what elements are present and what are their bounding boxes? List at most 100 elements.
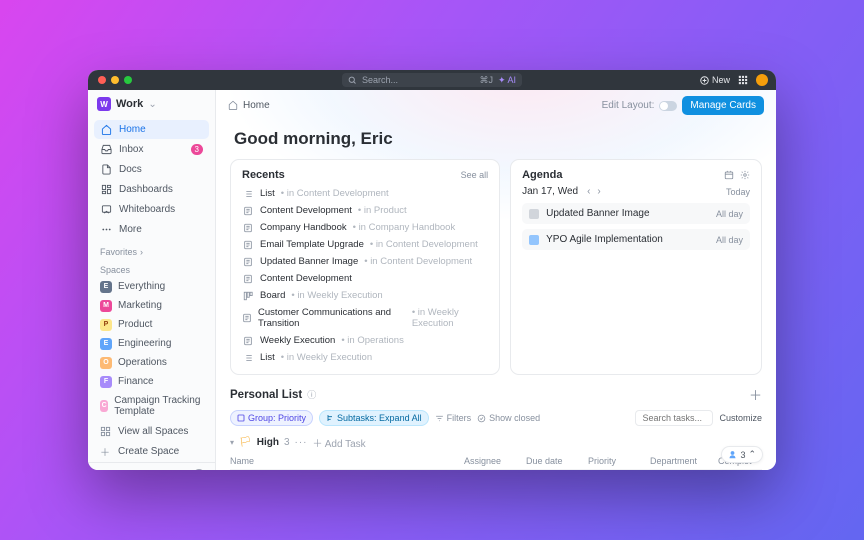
gear-icon[interactable] (740, 169, 750, 181)
global-search[interactable]: Search... ⌘J ✦ AI (342, 73, 522, 87)
space-swatch: C (100, 400, 108, 412)
list-icon (242, 189, 254, 199)
chevron-up-icon: ⌃ (748, 449, 756, 460)
recent-item[interactable]: List • in Weekly Execution (242, 350, 488, 365)
new-button[interactable]: New (700, 75, 730, 85)
breadcrumb[interactable]: Home (243, 100, 270, 111)
nav-whiteboards[interactable]: Whiteboards (94, 200, 209, 219)
sidebar-space-item[interactable]: E Everything (94, 277, 209, 296)
dashboard-icon (100, 184, 112, 195)
greeting: Good morning, Eric (216, 121, 776, 159)
sidebar-space-item[interactable]: P Product (94, 315, 209, 334)
user-avatar[interactable] (756, 74, 768, 86)
manage-cards-button[interactable]: Manage Cards (682, 96, 764, 115)
agenda-card: Agenda Jan 17, Wed ‹ › Today (510, 159, 762, 375)
sidebar-space-item[interactable]: C Campaign Tracking Template (94, 391, 209, 420)
subtasks-pill[interactable]: Subtasks: Expand All (319, 410, 429, 426)
doc-icon (242, 240, 254, 250)
app-window: Search... ⌘J ✦ AI New W Work ⌄ (88, 70, 776, 470)
recents-card: Recents See all List • in Content Develo… (230, 159, 500, 375)
inbox-badge: 3 (191, 144, 203, 155)
filters-button[interactable]: Filters (435, 413, 472, 423)
agenda-prev-icon[interactable]: ‹ (585, 186, 592, 197)
list-icon (242, 353, 254, 363)
edit-layout-toggle[interactable] (659, 101, 677, 111)
space-label: Engineering (118, 338, 171, 349)
show-closed-button[interactable]: Show closed (477, 413, 540, 423)
traffic-max-icon[interactable] (124, 76, 132, 84)
recent-item[interactable]: Email Template Upgrade • in Content Deve… (242, 237, 488, 252)
space-swatch: E (100, 338, 112, 350)
calendar-icon[interactable] (724, 169, 734, 181)
recent-item[interactable]: Board • in Weekly Execution (242, 288, 488, 303)
agenda-item[interactable]: YPO Agile ImplementationAll day (522, 229, 750, 250)
main-content: Home Edit Layout: Manage Cards Good morn… (216, 90, 776, 470)
group-menu-icon[interactable]: ··· (295, 437, 308, 448)
home-breadcrumb-icon (228, 100, 238, 111)
home-icon (100, 124, 112, 135)
nav-dashboards[interactable]: Dashboards (94, 180, 209, 199)
priority-group-header[interactable]: ▾ 🏳 High 3 ··· ＋ Add Task (230, 432, 762, 453)
today-button[interactable]: Today (726, 187, 750, 197)
doc-icon (242, 206, 254, 216)
space-swatch: M (100, 300, 112, 312)
doc-icon (242, 223, 254, 233)
recent-item[interactable]: Weekly Execution • in Operations (242, 333, 488, 348)
sidebar-space-item[interactable]: O Operations (94, 353, 209, 372)
nav-docs[interactable]: Docs (94, 160, 209, 179)
space-swatch: F (100, 376, 112, 388)
recents-see-all[interactable]: See all (461, 170, 489, 180)
inbox-icon (100, 144, 112, 155)
agenda-date: Jan 17, Wed (522, 186, 578, 197)
doc-icon (242, 257, 254, 267)
info-icon[interactable]: ⓘ (307, 388, 316, 401)
chevron-down-icon: ⌄ (148, 99, 156, 110)
recent-item[interactable]: List • in Content Development (242, 186, 488, 201)
personal-list-card: Personal List ⓘ ＋ Group: Priority Subtas… (216, 375, 776, 470)
help-icon[interactable]: ? (193, 469, 205, 470)
view-all-spaces[interactable]: View all Spaces (94, 422, 209, 440)
board-icon (242, 291, 254, 301)
traffic-close-icon[interactable] (98, 76, 106, 84)
recent-item[interactable]: Updated Banner Image • in Content Develo… (242, 254, 488, 269)
customize-button[interactable]: Customize (719, 413, 762, 423)
sidebar-space-item[interactable]: E Engineering (94, 334, 209, 353)
recent-item[interactable]: Company Handbook • in Company Handbook (242, 220, 488, 235)
space-label: Everything (118, 281, 165, 292)
search-shortcut: ⌘J (479, 75, 493, 86)
space-label: Product (118, 319, 152, 330)
create-space[interactable]: ＋ Create Space (94, 440, 209, 462)
sidebar-space-item[interactable]: MMarketing (94, 296, 209, 315)
recent-item[interactable]: Customer Communications and Transition •… (242, 305, 488, 331)
favorites-header[interactable]: Favorites› (88, 241, 215, 259)
tasks-search-input[interactable] (635, 410, 713, 426)
nav-inbox[interactable]: Inbox 3 (94, 140, 209, 159)
recent-item[interactable]: Content Development • in Product (242, 203, 488, 218)
recents-title: Recents (242, 169, 285, 181)
edit-layout-label: Edit Layout: (602, 100, 655, 111)
add-card-button[interactable]: ＋ (749, 385, 762, 404)
agenda-title: Agenda (522, 169, 562, 181)
doc-icon (242, 336, 254, 346)
floating-count-pill[interactable]: 3 ⌃ (721, 446, 763, 463)
agenda-item[interactable]: Updated Banner ImageAll day (522, 203, 750, 224)
nav-more[interactable]: More (94, 220, 209, 239)
nav-home[interactable]: Home (94, 120, 209, 139)
group-pill[interactable]: Group: Priority (230, 410, 313, 426)
sidebar-space-item[interactable]: FFinance (94, 372, 209, 391)
plus-icon: ＋ (100, 444, 112, 459)
recent-item[interactable]: Content Development (242, 271, 488, 286)
grid-icon (100, 426, 112, 437)
traffic-min-icon[interactable] (111, 76, 119, 84)
space-label: Operations (118, 357, 167, 368)
space-swatch: E (100, 281, 112, 293)
workspace-badge: W (97, 97, 111, 111)
space-label: Campaign Tracking Template (114, 395, 203, 417)
workspace-switcher[interactable]: W Work ⌄ (88, 90, 215, 118)
agenda-next-icon[interactable]: › (595, 186, 602, 197)
space-swatch: P (100, 319, 112, 331)
space-swatch: O (100, 357, 112, 369)
apps-grid-icon[interactable] (738, 75, 748, 85)
add-task-button[interactable]: ＋ Add Task (313, 435, 366, 450)
ai-button[interactable]: ✦ AI (498, 75, 516, 86)
